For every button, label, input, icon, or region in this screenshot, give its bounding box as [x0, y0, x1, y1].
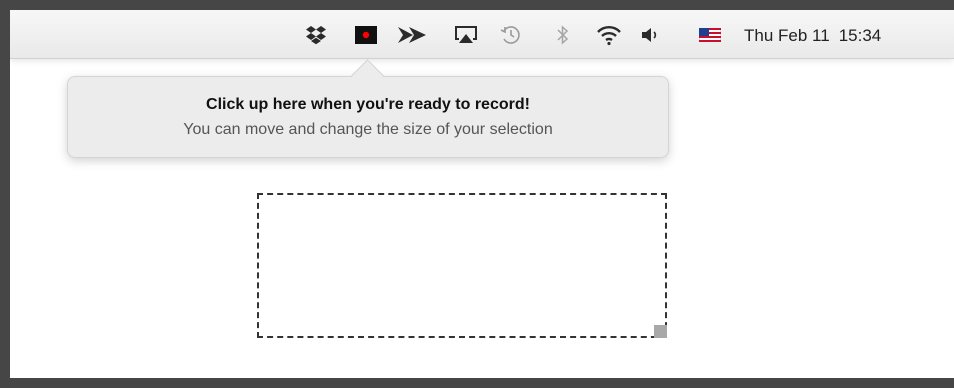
airplay-icon[interactable] — [453, 24, 479, 46]
dropbox-icon[interactable] — [304, 24, 328, 46]
us-flag-icon[interactable] — [698, 24, 722, 46]
time-machine-icon[interactable] — [498, 24, 524, 46]
clock-date: Thu Feb 11 — [744, 26, 830, 45]
bluetooth-icon[interactable] — [554, 24, 572, 46]
desktop-screen: Thu Feb 11 15:34 Click up here when you'r… — [10, 10, 954, 378]
record-icon[interactable] — [354, 24, 378, 46]
volume-icon[interactable] — [639, 24, 661, 46]
menu-bar-clock[interactable]: Thu Feb 11 15:34 — [744, 26, 881, 46]
instruction-popover: Click up here when you're ready to recor… — [67, 59, 669, 158]
clock-time: 15:34 — [838, 26, 882, 45]
resize-handle[interactable] — [654, 325, 667, 338]
popover-title: Click up here when you're ready to recor… — [206, 96, 530, 113]
wifi-icon[interactable] — [595, 24, 623, 46]
popover-arrow — [351, 59, 384, 92]
menu-bar: Thu Feb 11 15:34 — [10, 10, 954, 59]
recording-selection-area[interactable] — [257, 193, 667, 338]
fast-forward-icon[interactable] — [396, 24, 428, 46]
popover-subtitle: You can move and change the size of your… — [183, 121, 553, 138]
